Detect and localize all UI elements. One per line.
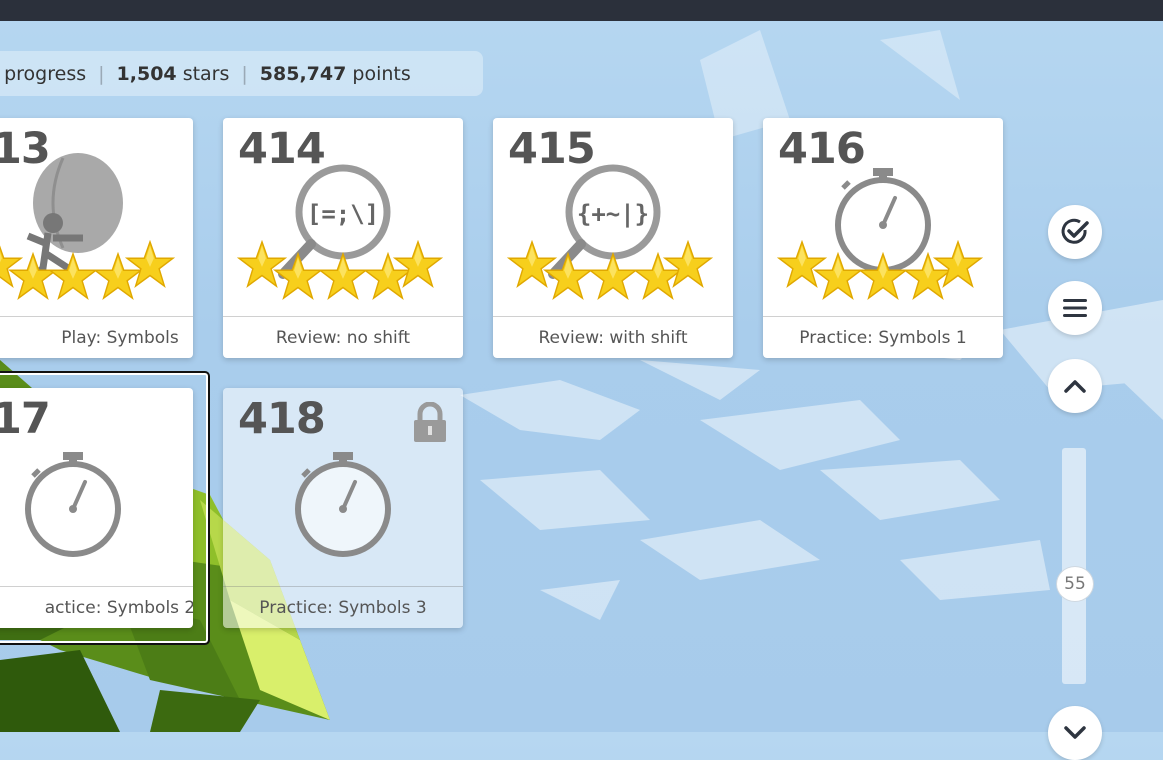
scroll-down-button[interactable] (1048, 706, 1102, 760)
lesson-card[interactable]: 416 Practice: Symbols 1 (763, 118, 1003, 358)
lesson-title: Review: no shift (223, 316, 463, 358)
lesson-title: actice: Symbols 2 (0, 586, 193, 628)
menu-icon (1063, 299, 1087, 317)
lesson-card[interactable]: [=;\] 414 Review: no shift (223, 118, 463, 358)
stats-separator: | (98, 62, 105, 85)
magnifier-glyphs: {+~|} (577, 200, 649, 228)
progress-label: % progress (0, 62, 87, 85)
lock-icon (414, 402, 446, 442)
magnifier-glyphs: [=;\] (307, 200, 379, 228)
lesson-number: 418 (238, 394, 326, 444)
lesson-title: Practice: Symbols 1 (763, 316, 1003, 358)
points-count: 585,747 (259, 62, 347, 85)
stars-count: 1,504 (116, 62, 177, 85)
stats-separator: | (241, 62, 248, 85)
lesson-number: 416 (778, 124, 866, 174)
lesson-card-locked[interactable]: 418 Practice: Symbols 3 (223, 388, 463, 628)
lesson-title: Review: with shift (493, 316, 733, 358)
lesson-number: 13 (0, 124, 51, 174)
points-label: points (352, 62, 411, 85)
progress-stats-bar: % progress | 1,504 stars | 585,747 point… (0, 51, 483, 96)
completed-filter-button[interactable] (1048, 205, 1102, 259)
check-circle-icon (1061, 218, 1089, 244)
lesson-number: 17 (0, 394, 51, 444)
lesson-card[interactable]: 17 actice: Symbols 2 (0, 388, 193, 628)
level-slider-value: 55 (1064, 574, 1086, 594)
stars-label: stars (182, 62, 230, 85)
lesson-number: 415 (508, 124, 596, 174)
menu-button[interactable] (1048, 281, 1102, 335)
lesson-number: 414 (238, 124, 326, 174)
lesson-card[interactable]: 13 Play: Symbols (0, 118, 193, 358)
chevron-down-icon (1064, 726, 1086, 739)
lesson-card[interactable]: {+~|} 415 Review: with shift (493, 118, 733, 358)
lesson-title: Practice: Symbols 3 (223, 586, 463, 628)
chevron-up-icon (1064, 380, 1086, 393)
scroll-up-button[interactable] (1048, 359, 1102, 413)
lesson-title: Play: Symbols (0, 316, 193, 358)
level-slider-thumb[interactable]: 55 (1056, 566, 1094, 602)
